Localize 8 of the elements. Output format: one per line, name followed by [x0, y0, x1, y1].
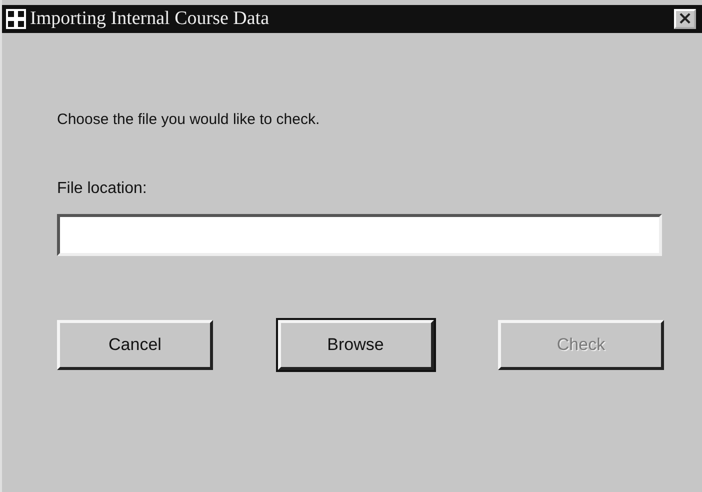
window-title: Importing Internal Course Data: [30, 8, 270, 30]
field-label: File location:: [57, 180, 148, 198]
close-button[interactable]: ×: [674, 9, 696, 29]
file-location-field[interactable]: [57, 214, 662, 256]
dialog-button[interactable]: Cancel: [57, 320, 213, 370]
instruction-text: Choose the file you would like to check.: [57, 111, 321, 128]
grid-icon: [6, 9, 26, 29]
dialog-button[interactable]: Browse: [278, 320, 434, 370]
